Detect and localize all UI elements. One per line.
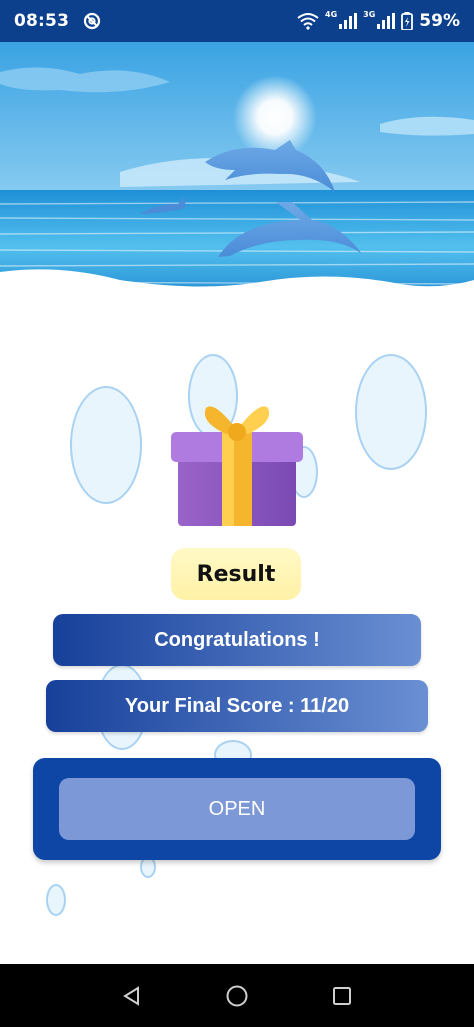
- signal-icon-2: [377, 13, 396, 29]
- final-score-banner: Your Final Score : 11/20: [46, 680, 428, 732]
- at-sign-icon: [84, 12, 101, 30]
- ocean-dolphins-illustration: [0, 42, 474, 304]
- navigation-bar: [0, 964, 474, 1027]
- nav-home-button[interactable]: [217, 976, 257, 1016]
- network-type-2: 3G: [363, 9, 376, 19]
- bubble-decoration: [70, 386, 142, 504]
- battery-icon: [401, 12, 414, 30]
- congratulations-text: Congratulations !: [154, 628, 320, 651]
- battery-percent: 59%: [419, 11, 460, 31]
- status-bar: 08:53 4G 3G 59%: [0, 0, 474, 42]
- status-time: 08:53: [14, 11, 70, 31]
- result-label: Result: [171, 548, 301, 600]
- network-type-1: 4G: [325, 9, 338, 19]
- open-button-frame: OPEN: [33, 758, 441, 860]
- home-circle-icon: [226, 985, 248, 1006]
- wifi-icon: [297, 13, 319, 30]
- final-score-text: Your Final Score : 11/20: [124, 694, 350, 717]
- open-button[interactable]: OPEN: [59, 778, 415, 840]
- back-triangle-icon: [123, 985, 140, 1006]
- bubble-decoration: [355, 354, 427, 470]
- signal-icon: [339, 13, 358, 29]
- nav-back-button[interactable]: [112, 976, 152, 1016]
- gift-box-icon: [171, 406, 303, 526]
- nav-recents-button[interactable]: [322, 976, 362, 1016]
- congratulations-banner: Congratulations !: [53, 614, 421, 666]
- recents-square-icon: [332, 986, 351, 1005]
- bubble-decoration: [46, 884, 66, 916]
